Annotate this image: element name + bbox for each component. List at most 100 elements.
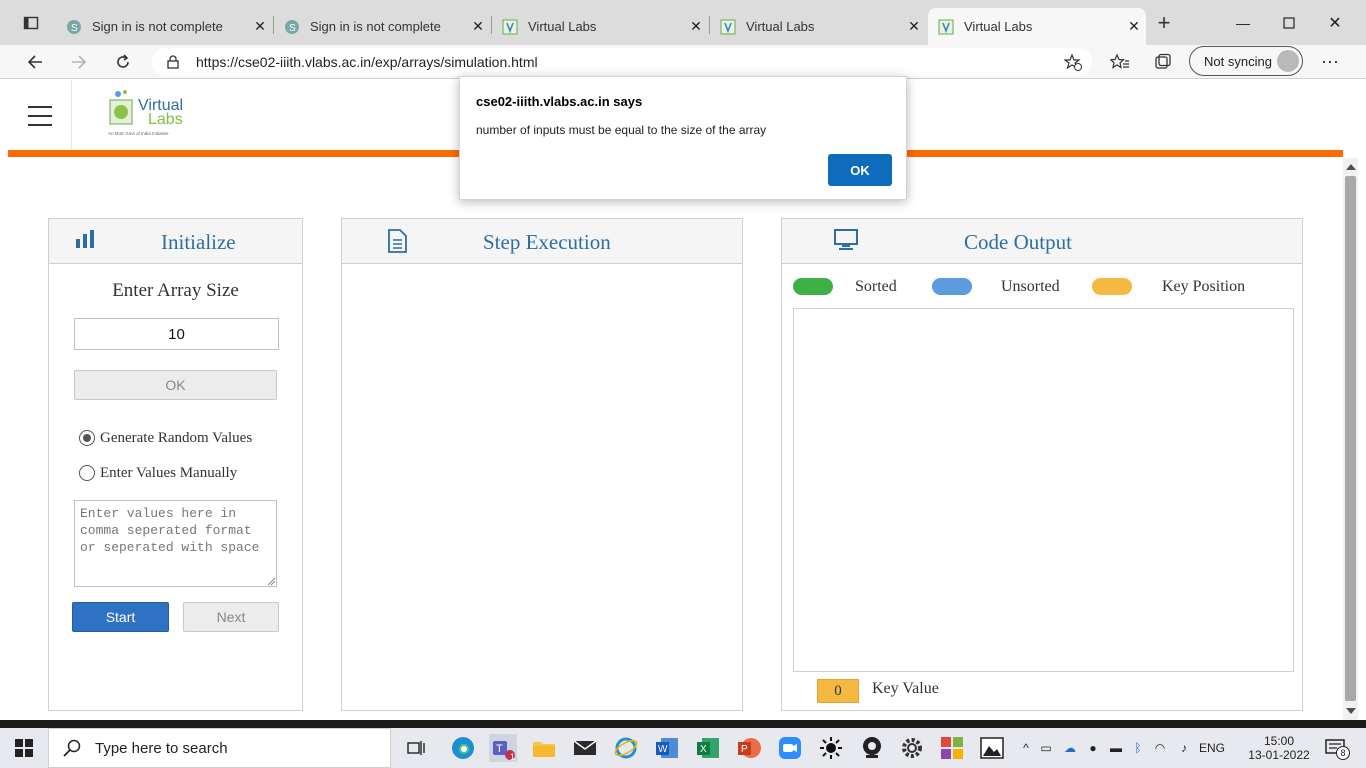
clock[interactable]: 15:00 13-01-2022 (1246, 728, 1312, 768)
show-hidden-icons-icon[interactable]: ^ (1018, 741, 1034, 755)
tab-label: Virtual Labs (746, 19, 815, 34)
photos-app-icon[interactable] (978, 734, 1006, 762)
microphone-icon[interactable]: ● (1082, 741, 1104, 755)
start-button[interactable]: Start (72, 602, 169, 632)
onedrive-icon[interactable]: ☁ (1058, 741, 1082, 755)
search-icon (63, 739, 81, 757)
key-position-legend-label: Key Position (1162, 278, 1246, 295)
tab-4[interactable]: Virtual Labs ✕ (710, 8, 926, 45)
close-tab-icon[interactable]: ✕ (466, 18, 490, 35)
document-icon (388, 229, 407, 253)
hamburger-menu-icon[interactable] (28, 106, 52, 126)
url-text: https://cse02-iiith.vlabs.ac.in/exp/arra… (196, 54, 538, 70)
maximize-icon[interactable] (1266, 0, 1312, 45)
language-indicator[interactable]: ENG (1196, 741, 1228, 755)
tab-3[interactable]: Virtual Labs ✕ (492, 8, 708, 45)
notification-count: 8 (1336, 746, 1350, 760)
close-tab-icon[interactable]: ✕ (684, 18, 708, 35)
powerpoint-icon[interactable]: P (735, 734, 763, 762)
array-size-label: Enter Array Size (112, 280, 239, 301)
zoom-icon[interactable] (776, 734, 804, 762)
refresh-icon[interactable] (108, 48, 138, 76)
close-tab-icon[interactable]: ✕ (248, 18, 272, 35)
tab-label: Sign in is not complete (92, 19, 223, 34)
profile-avatar-icon (1277, 50, 1299, 72)
virtual-labs-logo[interactable]: Virtual Labs An MoE Govt of India Initia… (104, 90, 194, 140)
manual-values-label: Enter Values Manually (100, 465, 238, 481)
close-tab-icon[interactable]: ✕ (1122, 18, 1146, 35)
tab-label: Virtual Labs (528, 19, 597, 34)
webcam-app-icon[interactable] (858, 734, 886, 762)
close-tab-icon[interactable]: ✕ (902, 18, 926, 35)
sync-profile-button[interactable]: Not syncing (1189, 46, 1303, 76)
excel-icon[interactable]: X (694, 734, 722, 762)
scroll-up-icon[interactable] (1346, 164, 1356, 170)
step-execution-panel: Step Execution (341, 218, 743, 711)
vlabs-favicon-icon (938, 19, 954, 34)
tab-actions-icon[interactable] (16, 9, 46, 37)
new-tab-icon[interactable]: + (1149, 9, 1179, 37)
forward-icon[interactable] (64, 48, 94, 76)
clock-date: 13-01-2022 (1248, 748, 1310, 762)
app-store-icon[interactable] (938, 734, 966, 762)
resize-handle-icon[interactable] (267, 577, 276, 586)
teams-icon[interactable]: T 1 (489, 734, 517, 762)
more-menu-icon[interactable]: ⋯ (1315, 48, 1345, 76)
scroll-thumb[interactable] (1345, 176, 1356, 701)
favorites-icon[interactable] (1105, 48, 1135, 76)
size-ok-button[interactable]: OK (74, 370, 277, 400)
sharepoint-favicon-icon: S (67, 19, 81, 34)
initialize-title: Initialize (161, 230, 236, 254)
step-execution-title: Step Execution (483, 230, 611, 254)
volume-icon[interactable]: ♪ (1172, 741, 1196, 755)
tab-2[interactable]: S Sign in is not complete ✕ (274, 8, 490, 45)
taskbar-search-box[interactable]: Type here to search (48, 728, 391, 768)
values-textarea[interactable]: Enter values here in comma seperated for… (74, 500, 277, 587)
minimize-icon[interactable]: — (1220, 0, 1266, 45)
array-size-input[interactable]: 10 (74, 318, 279, 350)
bar-chart-icon (76, 230, 94, 248)
edge-icon[interactable] (449, 734, 477, 762)
meet-now-icon[interactable]: ▭ (1034, 741, 1058, 755)
dialog-ok-button[interactable]: OK (828, 154, 892, 186)
code-output-title: Code Output (964, 230, 1072, 254)
tab-label: Virtual Labs (964, 19, 1033, 34)
sync-label: Not syncing (1204, 53, 1272, 69)
tab-1[interactable]: S Sign in is not complete ✕ (56, 8, 272, 45)
file-explorer-icon[interactable] (530, 734, 558, 762)
battery-icon[interactable]: ▬ (1104, 741, 1128, 755)
page-scrollbar[interactable] (1343, 158, 1358, 720)
lock-icon (167, 55, 179, 69)
brightness-app-icon[interactable] (817, 734, 845, 762)
back-icon[interactable] (20, 48, 50, 76)
vlabs-favicon-icon (720, 19, 736, 34)
task-view-icon[interactable] (402, 734, 430, 762)
next-button[interactable]: Next (183, 602, 279, 632)
wifi-icon[interactable]: ◠ (1148, 741, 1172, 755)
close-window-icon[interactable]: ✕ (1312, 0, 1358, 45)
key-position-legend-swatch (1092, 278, 1132, 295)
code-output-panel-header: Code Output (782, 219, 1302, 264)
tab-5-active[interactable]: Virtual Labs ✕ (928, 8, 1146, 45)
random-values-radio[interactable] (79, 430, 95, 446)
word-icon[interactable]: W (653, 734, 681, 762)
collections-icon[interactable] (1148, 48, 1178, 76)
notifications-icon[interactable]: 8 (1322, 734, 1350, 762)
windows-start-icon[interactable] (10, 734, 38, 762)
manual-values-radio[interactable] (79, 465, 95, 481)
initialize-panel-header: Initialize (49, 219, 302, 264)
teams-badge: 1 (509, 752, 515, 762)
internet-explorer-icon[interactable] (612, 734, 640, 762)
browser-tab-strip: S Sign in is not complete ✕ S Sign in is… (0, 0, 1366, 45)
scroll-down-icon[interactable] (1346, 708, 1356, 714)
address-bar[interactable]: https://cse02-iiith.vlabs.ac.in/exp/arra… (152, 48, 1092, 76)
mail-icon[interactable] (571, 734, 599, 762)
system-tray: ^ ▭ ☁ ● ▬ ᛒ ◠ ♪ ENG (1018, 728, 1228, 768)
svg-text:S: S (289, 23, 296, 34)
add-favorite-icon[interactable] (1063, 53, 1082, 74)
bluetooth-icon[interactable]: ᛒ (1128, 741, 1148, 755)
sorted-legend-swatch (793, 278, 833, 295)
settings-gear-icon[interactable] (898, 734, 926, 762)
sharepoint-favicon-icon: S (285, 19, 299, 34)
logo-text-bottom: Labs (148, 111, 183, 128)
